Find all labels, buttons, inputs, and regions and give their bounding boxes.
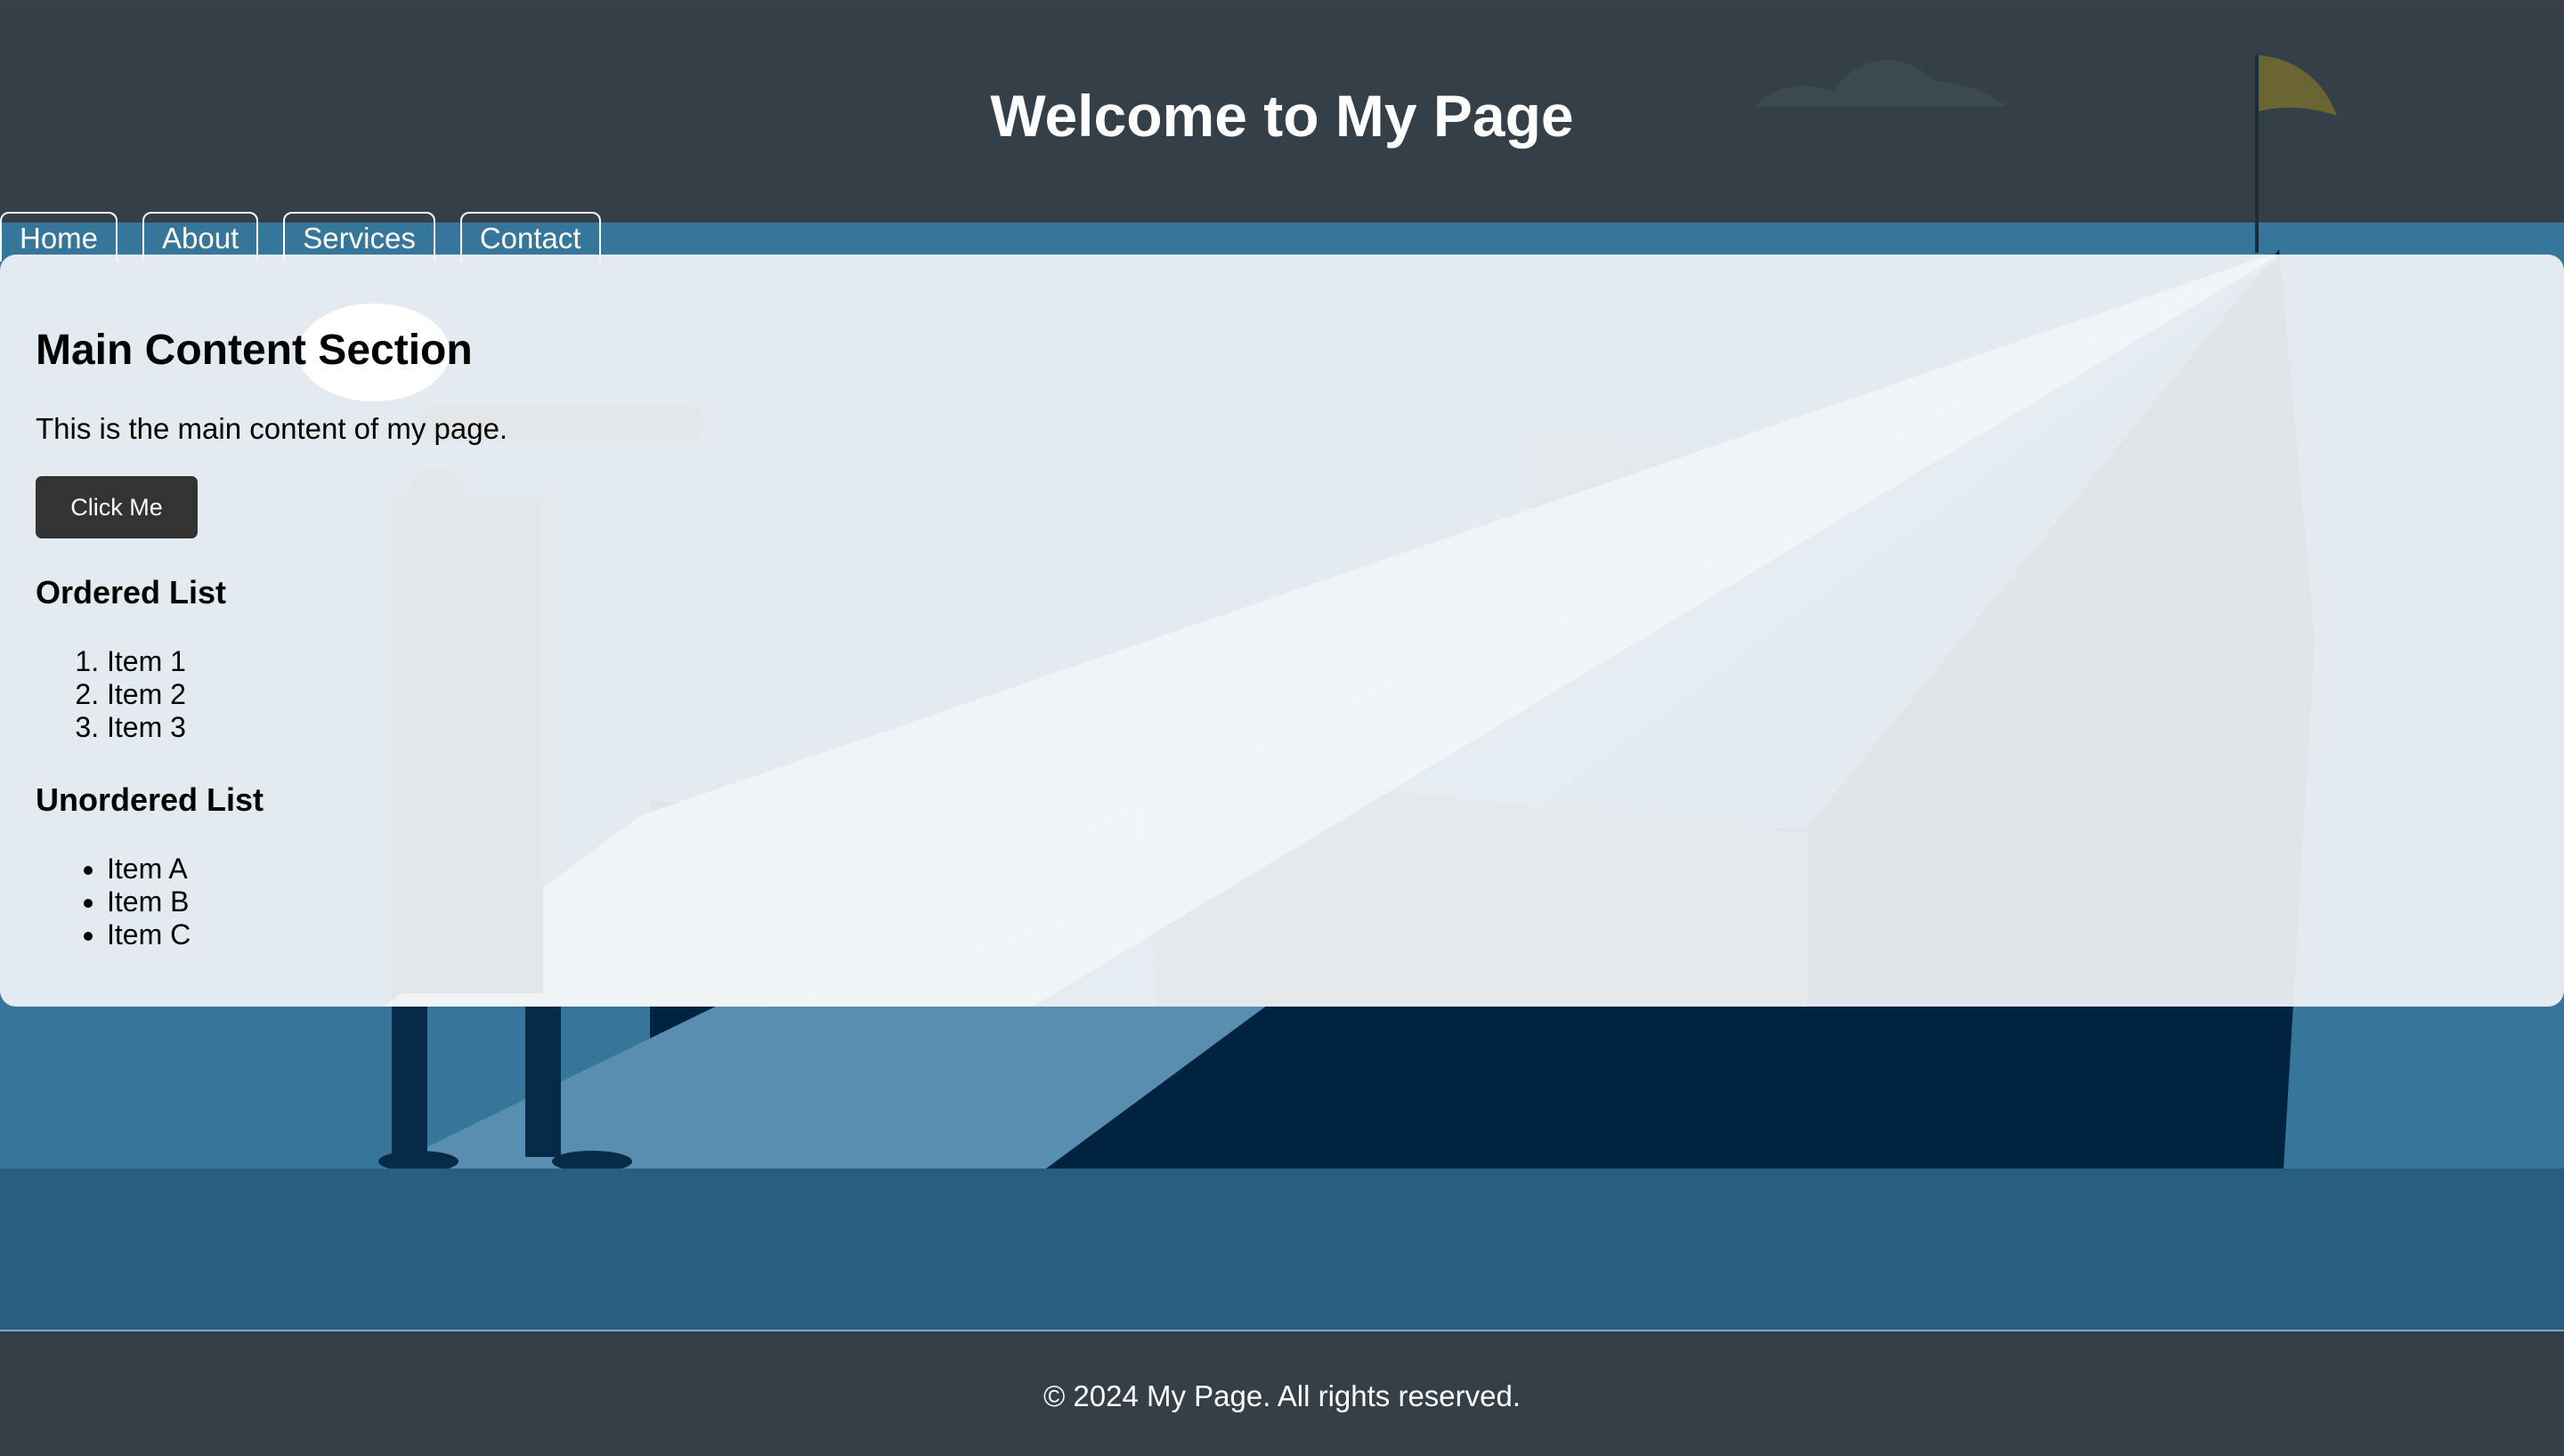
intro-text: This is the main content of my page. bbox=[36, 412, 508, 445]
main-content: Main Content Section This is the main co… bbox=[0, 255, 2564, 1007]
lower-band bbox=[0, 1169, 2564, 1331]
page-footer: © 2024 My Page. All rights reserved. bbox=[0, 1330, 2564, 1456]
section-title: Main Content Section bbox=[36, 327, 473, 374]
list-item: Item C bbox=[107, 918, 507, 951]
ordered-list-title: Ordered List bbox=[36, 574, 227, 611]
cloud-icon bbox=[1756, 60, 2008, 107]
content-area: Main Content Section This is the main co… bbox=[36, 326, 507, 989]
unordered-list: Item A Item B Item C bbox=[107, 853, 507, 951]
list-item: Item A bbox=[107, 853, 507, 886]
list-item: Item 1 bbox=[107, 645, 507, 678]
ordered-list: Item 1 Item 2 Item 3 bbox=[107, 645, 507, 744]
list-item: Item 3 bbox=[107, 711, 507, 744]
flag-pole bbox=[2255, 55, 2259, 253]
footer-text: © 2024 My Page. All rights reserved. bbox=[1043, 1379, 1521, 1412]
unordered-list-title: Unordered List bbox=[36, 781, 264, 818]
list-item: Item B bbox=[107, 886, 507, 918]
flag-icon bbox=[2259, 55, 2337, 116]
click-me-button[interactable]: Click Me bbox=[36, 476, 198, 538]
list-item: Item 2 bbox=[107, 678, 507, 711]
